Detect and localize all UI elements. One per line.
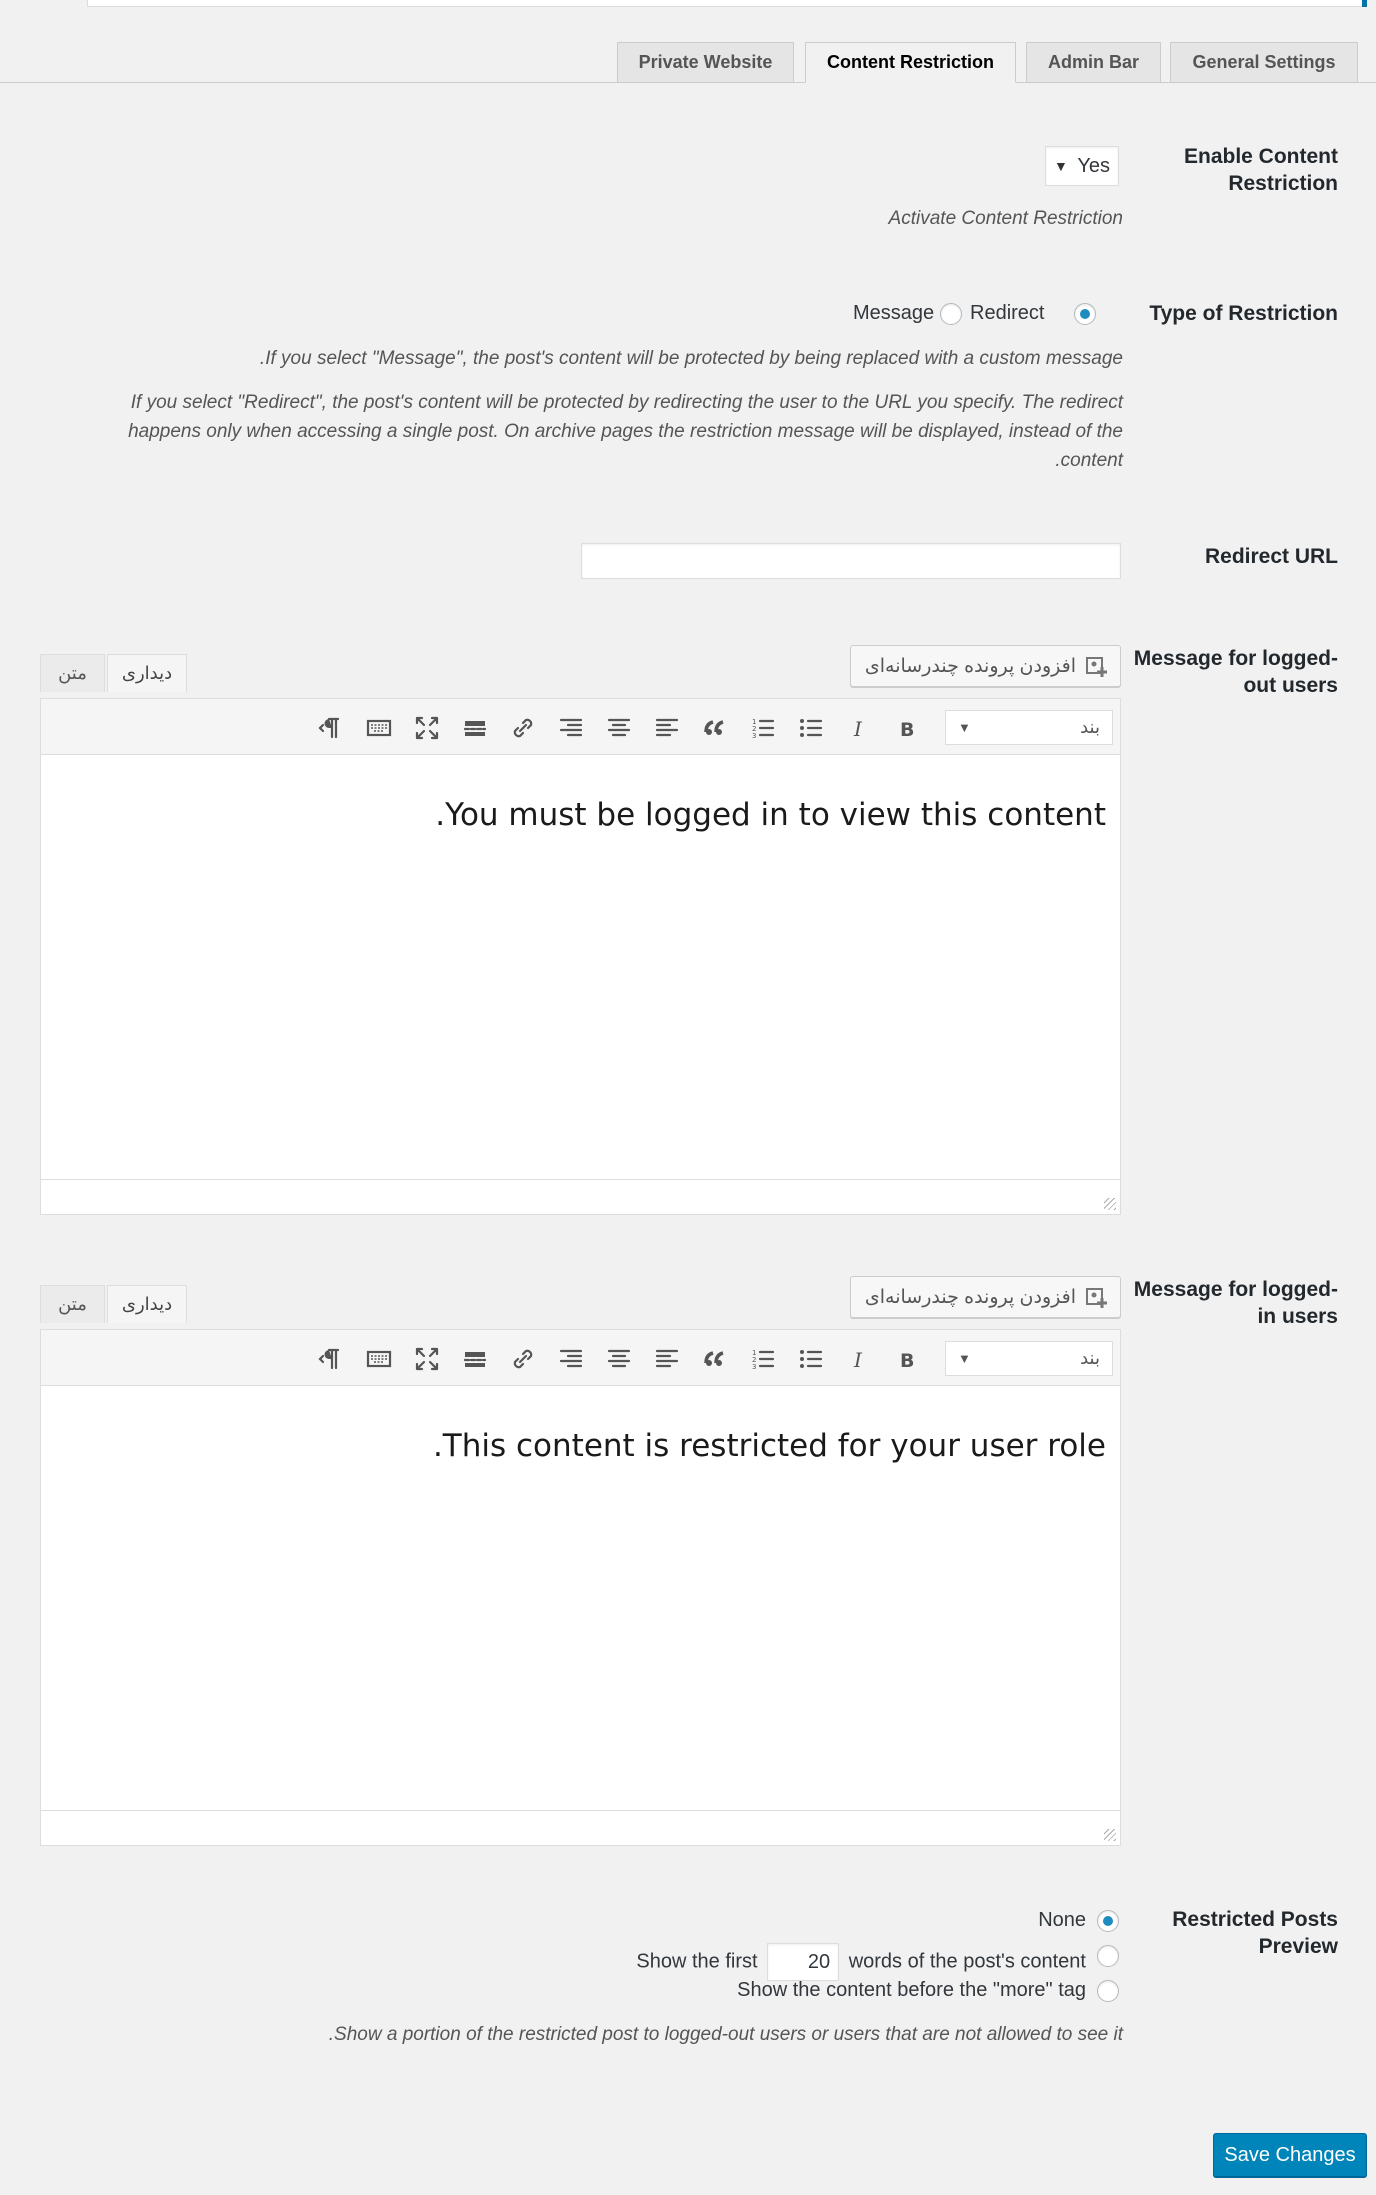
numbered-list-icon[interactable]: 123 bbox=[746, 711, 780, 745]
editor-tab-text[interactable]: متن bbox=[40, 1285, 105, 1323]
radio-message[interactable] bbox=[940, 303, 962, 325]
editor-tab-text[interactable]: متن bbox=[40, 654, 105, 692]
link-icon[interactable] bbox=[506, 1342, 540, 1376]
resize-handle-icon[interactable] bbox=[1104, 1198, 1116, 1210]
redirect-url-label: Redirect URL bbox=[1204, 545, 1338, 568]
align-center-icon[interactable] bbox=[602, 1342, 636, 1376]
editor-body[interactable]: .This content is restricted for your use… bbox=[41, 1388, 1120, 1809]
svg-text:3: 3 bbox=[752, 1363, 756, 1371]
align-right-icon[interactable] bbox=[554, 711, 588, 745]
tab-general-settings[interactable]: General Settings bbox=[1170, 42, 1358, 83]
add-media-button[interactable]: افزودن پرونده چندرسانه‌ای bbox=[850, 645, 1121, 687]
read-more-icon[interactable] bbox=[458, 1342, 492, 1376]
logged-in-message-label: Message for logged- in users bbox=[1133, 1278, 1338, 1328]
tab-admin-bar[interactable]: Admin Bar bbox=[1026, 42, 1161, 83]
svg-text:I: I bbox=[853, 717, 863, 741]
keyboard-icon[interactable] bbox=[362, 1342, 396, 1376]
align-left-icon[interactable] bbox=[650, 1342, 684, 1376]
paragraph-icon[interactable] bbox=[314, 711, 348, 745]
fullscreen-icon[interactable] bbox=[410, 1342, 444, 1376]
preview-first-words-radio[interactable] bbox=[1097, 1945, 1119, 1967]
paragraph-icon[interactable] bbox=[314, 1342, 348, 1376]
logged-in-message-content[interactable]: .This content is restricted for your use… bbox=[433, 1428, 1106, 1464]
keyboard-icon[interactable] bbox=[362, 711, 396, 745]
dropdown-arrow-icon: ▼ bbox=[958, 1351, 971, 1366]
svg-text:B: B bbox=[900, 1350, 914, 1372]
read-more-icon[interactable] bbox=[458, 711, 492, 745]
restricted-preview-label: Restricted Posts Preview bbox=[1172, 1908, 1338, 1958]
add-media-button[interactable]: افزودن پرونده چندرسانه‌ای bbox=[850, 1276, 1121, 1318]
preview-first-words-label: Show the first 20 words of the post's co… bbox=[636, 1943, 1086, 1981]
bullet-list-icon[interactable] bbox=[794, 1342, 828, 1376]
logged-out-message-content[interactable]: .You must be logged in to view this cont… bbox=[435, 797, 1106, 833]
dropdown-arrow-icon: ▼ bbox=[958, 720, 971, 735]
top-accent-bar bbox=[1362, 0, 1367, 7]
editor-statusbar bbox=[41, 1179, 1120, 1214]
link-icon[interactable] bbox=[506, 711, 540, 745]
add-media-icon bbox=[1086, 1288, 1107, 1308]
enable-restriction-label: Enable Content Restriction bbox=[1183, 145, 1338, 195]
preview-none-label: None bbox=[1038, 1909, 1086, 1931]
enable-restriction-select[interactable]: ▼ Yes bbox=[1045, 146, 1119, 186]
italic-icon[interactable]: I bbox=[842, 1342, 876, 1376]
editor-statusbar bbox=[41, 1810, 1120, 1845]
restriction-redirect-description: If you select "Redirect", the post's con… bbox=[128, 392, 1123, 471]
logged-out-message-editor: ▼ بند 123 I B .You must be logged in to vi… bbox=[40, 698, 1121, 1215]
format-select[interactable]: ▼ بند bbox=[945, 710, 1113, 745]
svg-text:B: B bbox=[900, 719, 914, 741]
align-right-icon[interactable] bbox=[554, 1342, 588, 1376]
logged-out-message-label: Message for logged- out users bbox=[1133, 647, 1338, 697]
align-left-icon[interactable] bbox=[650, 711, 684, 745]
editor-toolbar: ▼ بند 123 I B bbox=[41, 1330, 1120, 1386]
bold-icon[interactable]: B bbox=[890, 1342, 924, 1376]
redirect-url-input[interactable] bbox=[581, 543, 1121, 579]
restriction-message-description: .If you select "Message", the post's con… bbox=[259, 348, 1123, 369]
radio-redirect[interactable] bbox=[1074, 303, 1096, 325]
save-changes-button[interactable]: Save Changes bbox=[1213, 2133, 1367, 2177]
svg-text:I: I bbox=[853, 1348, 863, 1372]
dropdown-arrow-icon: ▼ bbox=[1054, 158, 1068, 174]
bullet-list-icon[interactable] bbox=[794, 711, 828, 745]
top-panel bbox=[87, 0, 1367, 7]
preview-more-tag-radio[interactable] bbox=[1097, 1980, 1119, 2002]
fullscreen-icon[interactable] bbox=[410, 711, 444, 745]
editor-toolbar: ▼ بند 123 I B bbox=[41, 699, 1120, 755]
restriction-type-label: Type of Restriction bbox=[1149, 302, 1338, 325]
align-center-icon[interactable] bbox=[602, 711, 636, 745]
tab-private-website[interactable]: Private Website bbox=[617, 42, 794, 83]
italic-icon[interactable]: I bbox=[842, 711, 876, 745]
numbered-list-icon[interactable]: 123 bbox=[746, 1342, 780, 1376]
radio-message-label: Message bbox=[853, 302, 935, 324]
bold-icon[interactable]: B bbox=[890, 711, 924, 745]
blockquote-icon[interactable] bbox=[698, 1342, 732, 1376]
svg-text:3: 3 bbox=[752, 732, 756, 740]
logged-in-message-editor: ▼ بند 123 I B .This content is restricted … bbox=[40, 1329, 1121, 1846]
preview-more-tag-label: Show the content before the "more" tag bbox=[737, 1979, 1086, 2001]
restricted-preview-description: .Show a portion of the restricted post t… bbox=[328, 2024, 1123, 2045]
editor-tab-visual[interactable]: دیداری bbox=[107, 654, 187, 692]
editor-body[interactable]: .You must be logged in to view this cont… bbox=[41, 757, 1120, 1178]
editor-tab-visual[interactable]: دیداری bbox=[107, 1285, 187, 1323]
preview-none-radio[interactable] bbox=[1097, 1910, 1119, 1932]
blockquote-icon[interactable] bbox=[698, 711, 732, 745]
resize-handle-icon[interactable] bbox=[1104, 1829, 1116, 1841]
tab-content-restriction[interactable]: Content Restriction bbox=[805, 42, 1016, 83]
add-media-icon bbox=[1086, 657, 1107, 677]
format-select[interactable]: ▼ بند bbox=[945, 1341, 1113, 1376]
enable-restriction-description: Activate Content Restriction bbox=[888, 208, 1123, 229]
preview-word-count-input[interactable]: 20 bbox=[767, 1943, 840, 1981]
radio-redirect-label: Redirect bbox=[970, 302, 1045, 324]
